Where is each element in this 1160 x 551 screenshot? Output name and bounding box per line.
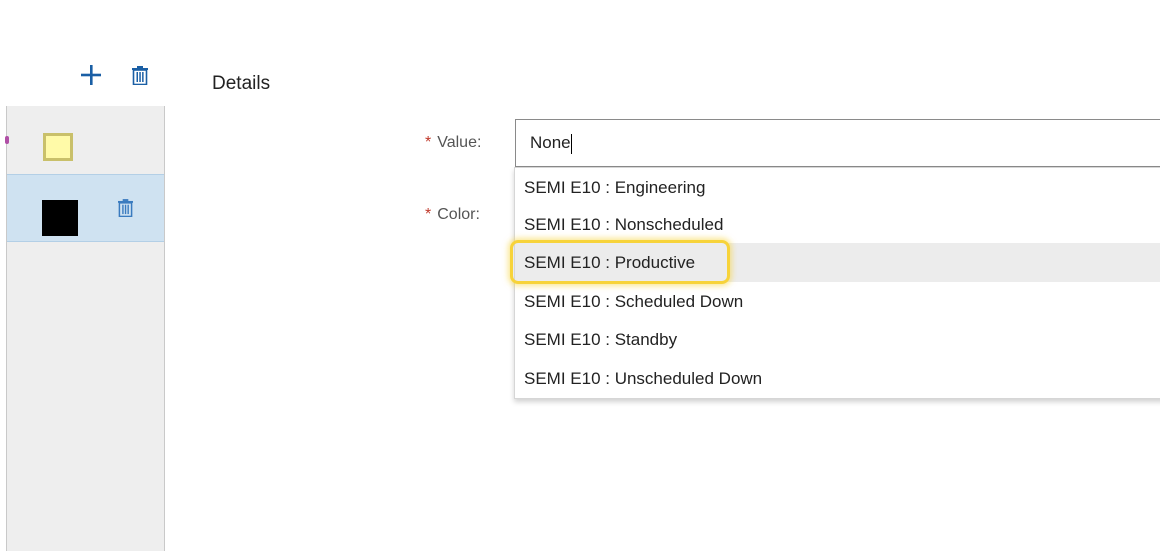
color-swatch (42, 200, 78, 236)
dropdown-option[interactable]: SEMI E10 : Engineering (515, 168, 1160, 207)
color-list-panel (5, 106, 165, 551)
color-label-text: Color: (437, 206, 480, 223)
dropdown-option[interactable]: SEMI E10 : Unscheduled Down (515, 359, 1160, 398)
dropdown-option-hovered[interactable]: SEMI E10 : Productive (515, 243, 1160, 282)
dropdown-option[interactable]: SEMI E10 : Nonscheduled (515, 205, 1160, 244)
value-label-text: Value: (437, 134, 482, 151)
required-mark: * (425, 134, 432, 151)
dropdown-option[interactable]: SEMI E10 : Scheduled Down (515, 282, 1160, 321)
row-edge-marker (5, 136, 9, 144)
required-mark: * (425, 206, 432, 223)
value-input-text: None (530, 133, 571, 152)
color-swatch (43, 133, 73, 161)
dropdown-option[interactable]: SEMI E10 : Standby (515, 320, 1160, 359)
color-label: * Color: (425, 206, 480, 224)
details-heading: Details (212, 73, 271, 94)
value-input[interactable]: None (515, 119, 1160, 167)
list-item[interactable] (5, 106, 164, 174)
text-caret (570, 133, 572, 154)
trash-icon[interactable] (132, 66, 148, 90)
row-trash-icon[interactable] (118, 199, 133, 222)
list-item-selected[interactable] (7, 174, 164, 242)
value-label: * Value: (425, 134, 481, 152)
add-icon[interactable] (80, 64, 102, 86)
value-dropdown-list: SEMI E10 : Engineering SEMI E10 : Nonsch… (514, 167, 1160, 399)
